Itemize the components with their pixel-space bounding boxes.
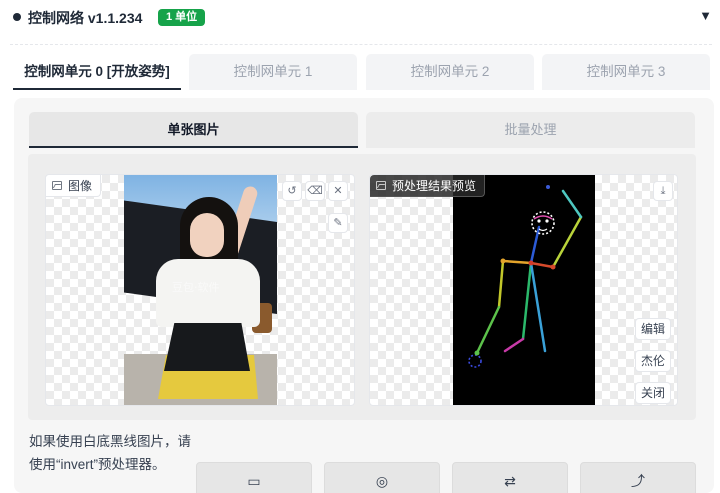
input-image-label: 图像 [46,175,102,197]
photo-watermark: 豆包·软件 [172,281,220,294]
preview-label-text: 预处理结果预览 [392,178,477,193]
close-icon[interactable]: ✕ [328,181,348,201]
tab-unit-2[interactable]: 控制网单元 2 [366,54,534,90]
download-icon[interactable]: ⤓ [653,181,673,201]
section-header[interactable]: 控制网络 v1.1.234 1 单位 ▼ [0,0,720,34]
pose-skeleton-image [453,175,595,405]
tab-unit-3[interactable]: 控制网单元 3 [542,54,710,90]
triangle-down-icon[interactable]: ▼ [699,8,712,23]
input-image-dropzone[interactable]: 图像 豆包·软件 ↺ ⌫ ✕ ✎ [45,174,355,406]
tab-single-image[interactable]: 单张图片 [29,112,358,148]
image-icon [52,181,62,190]
laptop-icon[interactable]: ▭ [196,462,312,493]
divider [10,44,712,45]
send-up-icon[interactable]: ⤴ [580,462,696,493]
unit-count-badge: 1 单位 [158,9,206,26]
edit-button[interactable]: 编辑 [634,318,671,340]
input-image-label-text: 图像 [68,178,93,193]
preview-dropzone: 预处理结果预览 ⤓ 编辑 杰伦 关闭 [369,174,678,406]
uploaded-photo: 豆包·软件 [124,175,277,405]
bullet-dot [13,13,21,21]
preview-label: 预处理结果预览 [370,175,486,197]
tab-unit-0[interactable]: 控制网单元 0 [开放姿势] [13,54,181,90]
pose-skeleton [468,185,583,368]
tab-unit-1[interactable]: 控制网单元 1 [189,54,357,90]
webcam-icon[interactable]: ◎ [324,462,440,493]
eraser-icon[interactable]: ⌫ [305,181,325,201]
brush-icon[interactable]: ✎ [328,213,348,233]
jielun-button[interactable]: 杰伦 [634,350,671,372]
close-preview-button[interactable]: 关闭 [634,382,671,404]
undo-icon[interactable]: ↺ [282,181,302,201]
tab-batch[interactable]: 批量处理 [366,112,695,148]
section-title: 控制网络 v1.1.234 [28,10,143,26]
swap-icon[interactable]: ⇄ [452,462,568,493]
image-icon [376,181,386,190]
invert-hint: 如果使用白底黑线图片，请使用“invert”预处理器。 [29,434,191,472]
